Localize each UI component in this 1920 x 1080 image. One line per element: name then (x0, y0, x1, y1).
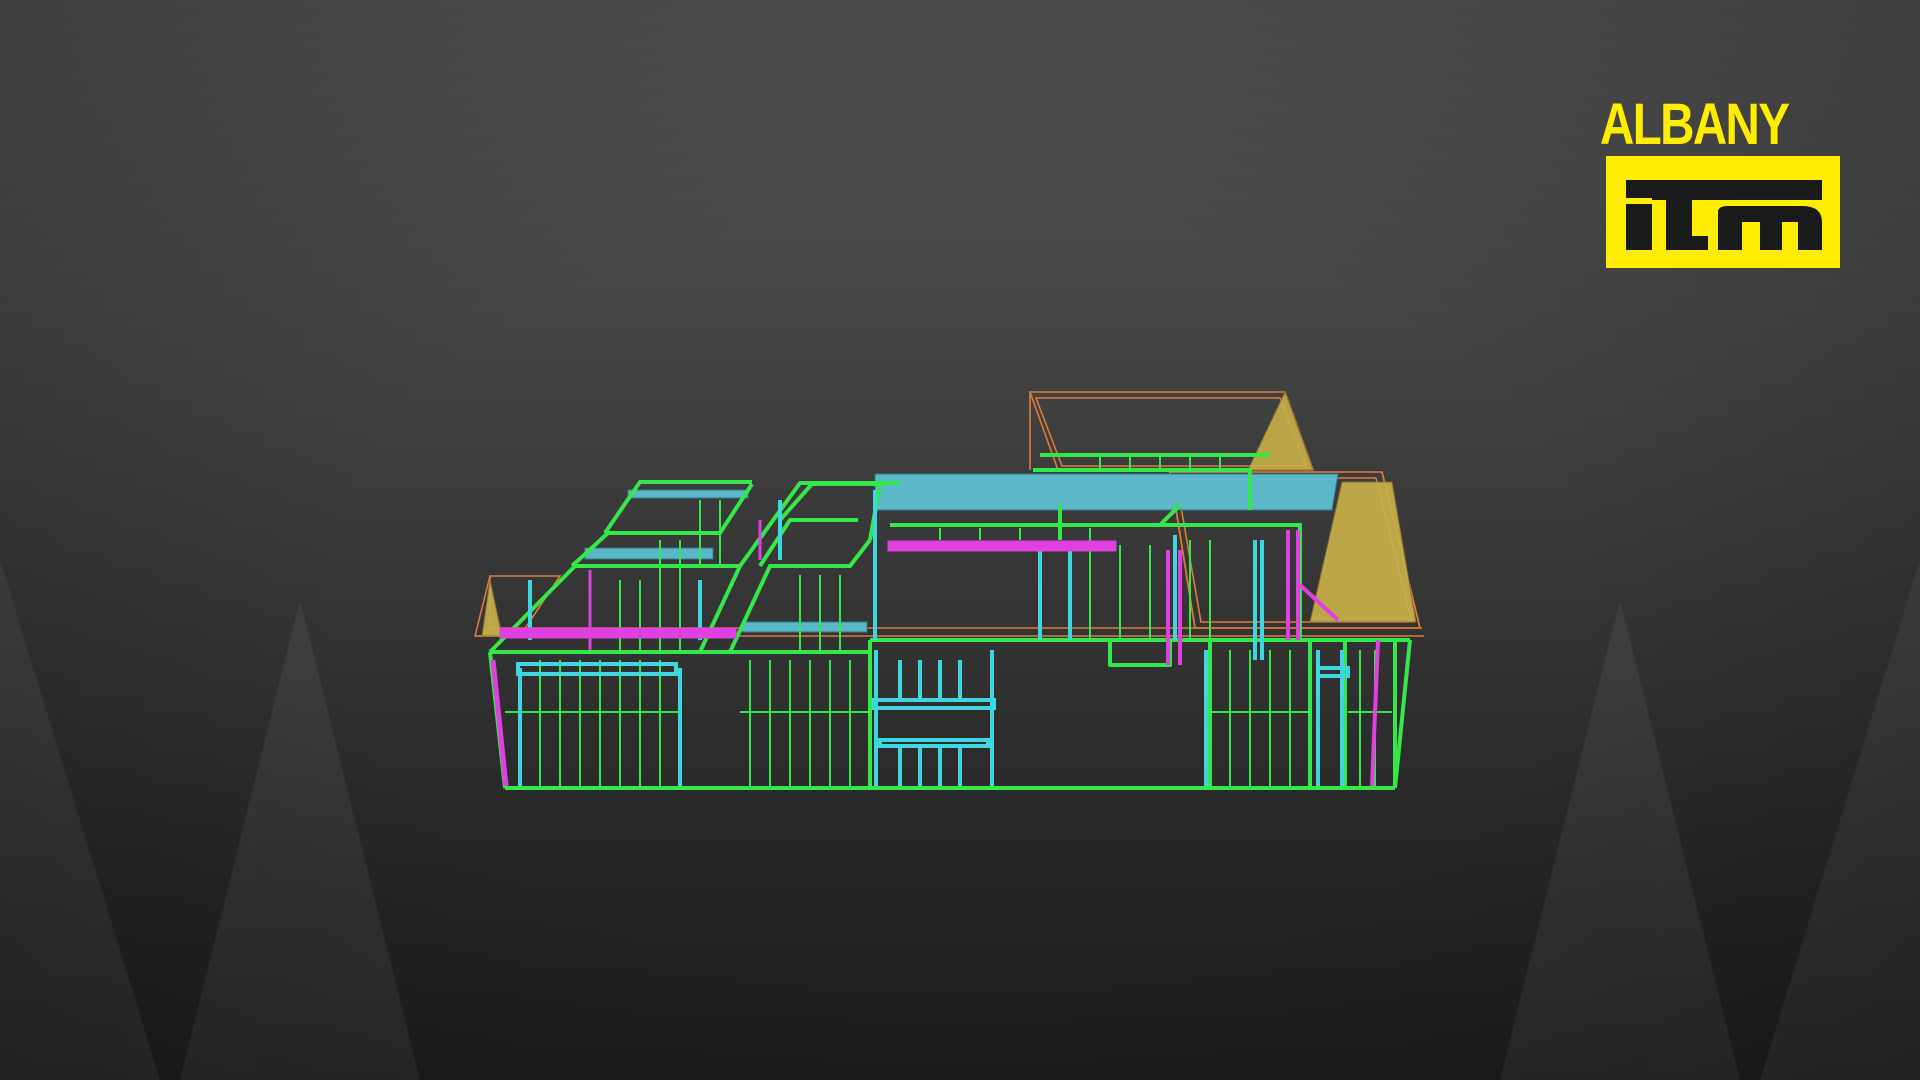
structural-beams (584, 473, 1339, 633)
brand-mark-plate: itm (1606, 156, 1840, 268)
itm-logo-mark-icon (1626, 180, 1822, 250)
brand-name-text: ALBANY (1600, 92, 1790, 157)
brand-mark-text: itm (1606, 156, 1607, 157)
model-viewer[interactable]: ALBANY itm (0, 0, 1920, 1080)
gable-ends (481, 390, 1417, 637)
albany-itm-logo: ALBANY itm (1600, 96, 1846, 272)
